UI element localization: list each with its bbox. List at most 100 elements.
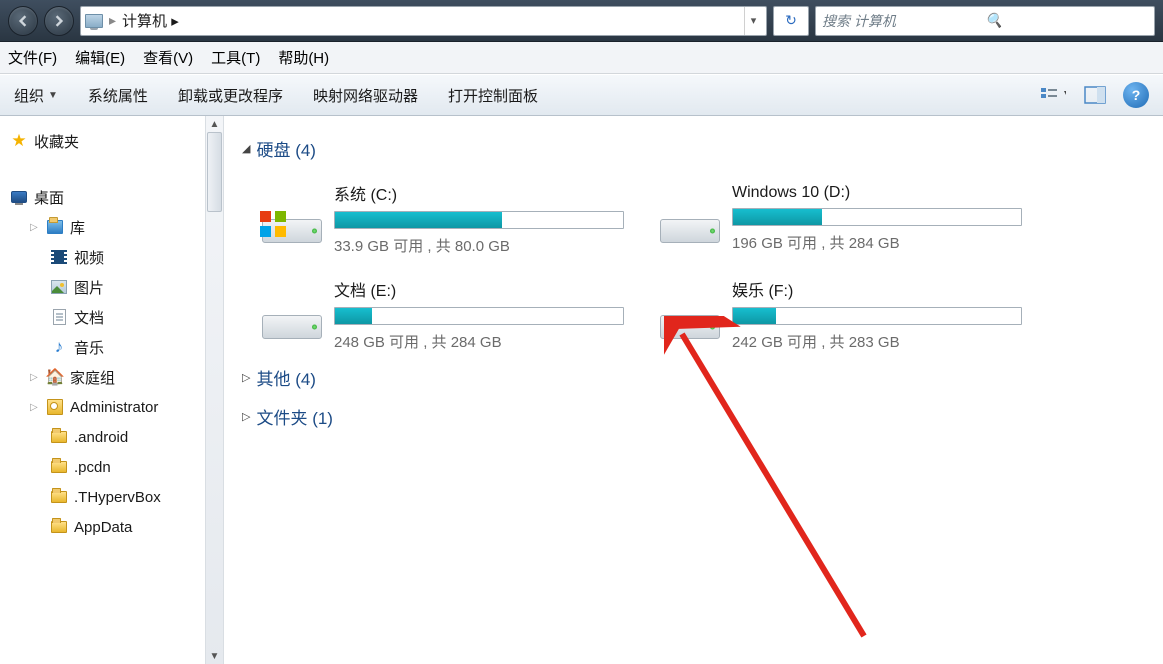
drive-name: Windows 10 (D:)	[732, 184, 1026, 202]
film-icon	[50, 248, 68, 266]
back-button[interactable]	[8, 6, 38, 36]
menu-view[interactable]: 查看(V)	[143, 47, 193, 68]
menu-tools[interactable]: 工具(T)	[211, 47, 260, 68]
sidebar-label: 文档	[74, 307, 104, 328]
sidebar-label: 收藏夹	[34, 131, 79, 152]
drive-icon	[262, 193, 322, 243]
drive-free-space: 242 GB 可用 , 共 283 GB	[732, 331, 1026, 352]
organize-label: 组织	[14, 85, 44, 106]
folder-icon	[50, 518, 68, 536]
sidebar-item-android[interactable]: .android	[6, 422, 203, 452]
address-bar[interactable]: ▸ 计算机 ▸ ▾	[80, 6, 767, 36]
sidebar-label: 音乐	[74, 337, 104, 358]
sidebar-label: 图片	[74, 277, 104, 298]
user-folder-icon	[46, 398, 64, 416]
breadcrumb-text[interactable]: 计算机 ▸	[122, 10, 738, 31]
sidebar-item-libraries[interactable]: ▷ 库	[6, 212, 203, 242]
drive-item[interactable]: 系统 (C:) 33.9 GB 可用 , 共 80.0 GB	[260, 175, 630, 261]
sidebar-label: .pcdn	[74, 459, 111, 476]
sidebar-item-desktop[interactable]: 桌面	[6, 182, 203, 212]
drive-icon	[660, 289, 720, 339]
music-icon: ♪	[50, 338, 68, 356]
open-control-panel-button[interactable]: 打开控制面板	[448, 85, 538, 106]
refresh-icon: ↻	[785, 12, 797, 29]
group-header-hdd[interactable]: ◢ 硬盘 (4)	[242, 136, 1145, 161]
sidebar-label: 视频	[74, 247, 104, 268]
search-icon[interactable]: 🔍	[985, 12, 1148, 29]
system-properties-button[interactable]: 系统属性	[88, 85, 148, 106]
uninstall-programs-button[interactable]: 卸载或更改程序	[178, 85, 283, 106]
forward-button[interactable]	[44, 6, 74, 36]
drive-item[interactable]: 文档 (E:) 248 GB 可用 , 共 284 GB	[260, 271, 630, 357]
help-icon: ?	[1132, 87, 1141, 103]
sidebar-label: .THypervBox	[74, 489, 161, 506]
refresh-button[interactable]: ↻	[773, 6, 809, 36]
view-icon	[1040, 85, 1066, 105]
sidebar-scrollbar[interactable]: ▲ ▼	[205, 116, 223, 664]
menu-help[interactable]: 帮助(H)	[278, 47, 329, 68]
group-label: 文件夹 (1)	[256, 404, 333, 429]
toolbar: 组织 ▼ 系统属性 卸载或更改程序 映射网络驱动器 打开控制面板 ?	[0, 74, 1163, 116]
sidebar-label: Administrator	[70, 399, 158, 416]
drive-free-space: 33.9 GB 可用 , 共 80.0 GB	[334, 235, 628, 256]
sidebar-item-appdata[interactable]: AppData	[6, 512, 203, 542]
sidebar-label: 库	[70, 217, 85, 238]
sidebar-label: AppData	[74, 519, 132, 536]
disclosure-triangle-icon[interactable]: ◢	[242, 142, 250, 155]
disclosure-triangle-icon[interactable]: ▷	[30, 402, 40, 413]
disclosure-triangle-icon[interactable]: ▷	[242, 371, 250, 384]
sidebar-item-pcdn[interactable]: .pcdn	[6, 452, 203, 482]
help-button[interactable]: ?	[1123, 82, 1149, 108]
organize-button[interactable]: 组织 ▼	[14, 85, 58, 106]
disclosure-triangle-icon[interactable]: ▷	[242, 410, 250, 423]
scroll-up-icon[interactable]: ▲	[206, 116, 223, 132]
drive-name: 娱乐 (F:)	[732, 277, 1026, 301]
sidebar-item-homegroup[interactable]: ▷ 🏠 家庭组	[6, 362, 203, 392]
disclosure-triangle-icon[interactable]: ▷	[30, 372, 40, 383]
scroll-down-icon[interactable]: ▼	[206, 648, 223, 664]
picture-icon	[50, 278, 68, 296]
drive-item[interactable]: Windows 10 (D:) 196 GB 可用 , 共 284 GB	[658, 175, 1028, 261]
drive-usage-bar	[732, 307, 1022, 325]
address-dropdown-icon[interactable]: ▾	[744, 7, 762, 35]
folder-icon	[50, 488, 68, 506]
sidebar-item-thypervbox[interactable]: .THypervBox	[6, 482, 203, 512]
change-view-button[interactable]	[1039, 81, 1067, 109]
drive-item[interactable]: 娱乐 (F:) 242 GB 可用 , 共 283 GB	[658, 271, 1028, 357]
sidebar-item-administrator[interactable]: ▷ Administrator	[6, 392, 203, 422]
sidebar-item-favorites[interactable]: ★ 收藏夹	[6, 126, 203, 156]
search-box[interactable]: 搜索 计算机 🔍	[815, 6, 1155, 36]
sidebar-item-pictures[interactable]: 图片	[6, 272, 203, 302]
sidebar-item-documents[interactable]: 文档	[6, 302, 203, 332]
drive-usage-bar	[334, 211, 624, 229]
windows-logo-icon	[260, 211, 286, 237]
sidebar-item-videos[interactable]: 视频	[6, 242, 203, 272]
scrollbar-thumb[interactable]	[207, 132, 222, 212]
map-network-drive-button[interactable]: 映射网络驱动器	[313, 85, 418, 106]
star-icon: ★	[10, 132, 28, 150]
breadcrumb-sep-icon: ▸	[109, 12, 116, 29]
chevron-down-icon: ▼	[48, 90, 58, 101]
group-header-folders[interactable]: ▷ 文件夹 (1)	[242, 404, 1145, 429]
menu-bar: 文件(F) 编辑(E) 查看(V) 工具(T) 帮助(H)	[0, 42, 1163, 74]
folder-icon	[50, 458, 68, 476]
drive-icon	[660, 193, 720, 243]
document-icon	[50, 308, 68, 326]
library-icon	[46, 218, 64, 236]
preview-pane-button[interactable]	[1081, 81, 1109, 109]
drive-icon	[262, 289, 322, 339]
group-label: 硬盘 (4)	[256, 136, 316, 161]
homegroup-icon: 🏠	[46, 368, 64, 386]
group-label: 其他 (4)	[256, 365, 316, 390]
disclosure-triangle-icon[interactable]: ▷	[30, 222, 40, 233]
folder-icon	[50, 428, 68, 446]
sidebar-label: 桌面	[34, 187, 64, 208]
drive-name: 文档 (E:)	[334, 277, 628, 301]
menu-edit[interactable]: 编辑(E)	[75, 47, 125, 68]
preview-pane-icon	[1084, 86, 1106, 104]
group-header-other[interactable]: ▷ 其他 (4)	[242, 365, 1145, 390]
drive-usage-bar	[334, 307, 624, 325]
menu-file[interactable]: 文件(F)	[8, 47, 57, 68]
search-placeholder: 搜索 计算机	[822, 11, 985, 31]
sidebar-item-music[interactable]: ♪ 音乐	[6, 332, 203, 362]
